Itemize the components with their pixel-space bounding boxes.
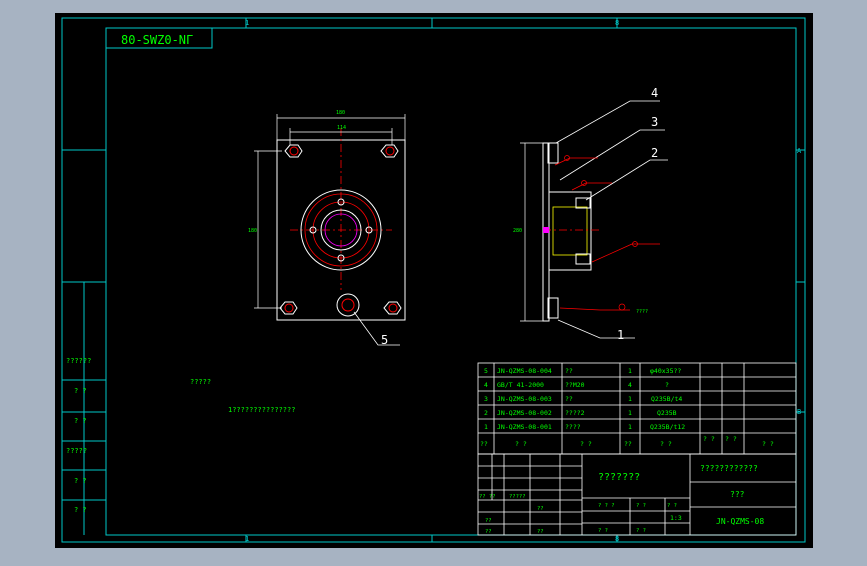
svg-text:1: 1 <box>628 423 632 431</box>
svg-text:? ?: ? ? <box>580 440 592 448</box>
callout-3: 3 <box>651 115 658 129</box>
side-weld-mark <box>543 227 549 233</box>
svg-text:4: 4 <box>628 381 632 389</box>
scale-value: 1:3 <box>670 514 682 522</box>
cad-viewport: 1 8 A B 1 8 80-SWZ0-NГ ?????? ? ? ? ? ??… <box>0 0 867 562</box>
svg-text:JN-QZMS-08-004: JN-QZMS-08-004 <box>497 367 552 375</box>
title-left-label: ?? ?? <box>479 494 496 500</box>
callout-4: 4 <box>651 86 658 100</box>
left-strip-label: ? ? <box>74 387 87 395</box>
svg-text:1: 1 <box>628 409 632 417</box>
drawing-code-label: 80-SWZ0-NГ <box>121 33 193 47</box>
svg-text:??: ?? <box>624 440 632 448</box>
svg-text:JN-QZMS-08-003: JN-QZMS-08-003 <box>497 395 552 403</box>
company-name: ???????????? <box>700 464 758 473</box>
callout-1: 1 <box>617 328 624 342</box>
svg-text:? ?: ? ? <box>703 435 715 443</box>
notes-heading: ????? <box>190 378 211 386</box>
svg-text:5: 5 <box>484 367 488 375</box>
svg-text:φ40x35??: φ40x35?? <box>650 367 681 375</box>
unit-label: ??? <box>730 490 745 499</box>
svg-text:1: 1 <box>484 423 488 431</box>
svg-text:? ?: ? ? <box>762 440 774 448</box>
svg-text:Q235B/t4: Q235B/t4 <box>651 395 682 403</box>
zone-top-left: 1 <box>245 19 249 27</box>
title-left-label: ?? <box>537 529 544 535</box>
svg-text:4: 4 <box>484 381 488 389</box>
title-mid-label: ? ? <box>667 503 677 509</box>
left-strip-label: ? ? <box>74 477 87 485</box>
svg-text:?: ? <box>665 381 669 389</box>
zone-top-mid: 8 <box>615 19 619 27</box>
svg-text:JN-QZMS-08-002: JN-QZMS-08-002 <box>497 409 552 417</box>
title-mid-label: ? ? <box>598 528 608 534</box>
svg-text:Q235B: Q235B <box>657 409 677 417</box>
title-left-label: ?? <box>537 506 544 512</box>
svg-text:??: ?? <box>480 440 488 448</box>
notes-line-1: 1??????????????? <box>228 406 295 414</box>
title-mid-label: ? ? <box>636 528 646 534</box>
svg-text:? ?: ? ? <box>725 435 737 443</box>
title-mid-label: ? ? <box>636 503 646 509</box>
svg-text:??M20: ??M20 <box>565 381 585 389</box>
svg-text:??: ?? <box>565 367 573 375</box>
zone-bottom-left: 1 <box>245 535 249 543</box>
title-left-label: ????? <box>509 494 526 500</box>
zone-bottom-mid: 8 <box>615 535 619 543</box>
svg-text:? ?: ? ? <box>660 440 672 448</box>
left-strip-label: ????? <box>66 447 87 455</box>
weld-note: ???? <box>636 309 648 315</box>
left-strip-label: ? ? <box>74 417 87 425</box>
dim-side: 280 <box>513 228 522 234</box>
svg-text:????: ???? <box>565 423 581 431</box>
callout-2: 2 <box>651 146 658 160</box>
zone-right-b: B <box>797 408 801 416</box>
svg-text:????2: ????2 <box>565 409 585 417</box>
drawing-canvas: 1 8 A B 1 8 80-SWZ0-NГ ?????? ? ? ? ? ??… <box>55 13 813 548</box>
callout-5: 5 <box>381 333 388 347</box>
svg-text:? ?: ? ? <box>515 440 527 448</box>
drawing-name: ??????? <box>598 472 640 483</box>
svg-text:2: 2 <box>484 409 488 417</box>
svg-text:1: 1 <box>628 395 632 403</box>
dim-left: 180 <box>248 228 257 234</box>
dim-top-outer: 180 <box>336 110 345 116</box>
title-mid-label: ? ? ? <box>598 503 615 509</box>
title-left-label: ?? <box>485 529 492 535</box>
left-strip-label: ?????? <box>66 357 91 365</box>
title-left-label: ?? <box>485 518 492 524</box>
svg-text:JN-QZMS-08-001: JN-QZMS-08-001 <box>497 423 552 431</box>
svg-text:1: 1 <box>628 367 632 375</box>
dim-top-inner: 114 <box>337 125 346 131</box>
drawing-number: JN-QZMS-08 <box>716 517 764 526</box>
svg-text:Q235B/t12: Q235B/t12 <box>650 423 685 431</box>
left-strip-label: ? ? <box>74 506 87 514</box>
svg-text:??: ?? <box>565 395 573 403</box>
svg-text:3: 3 <box>484 395 488 403</box>
svg-text:GB/T 41-2000: GB/T 41-2000 <box>497 381 544 389</box>
